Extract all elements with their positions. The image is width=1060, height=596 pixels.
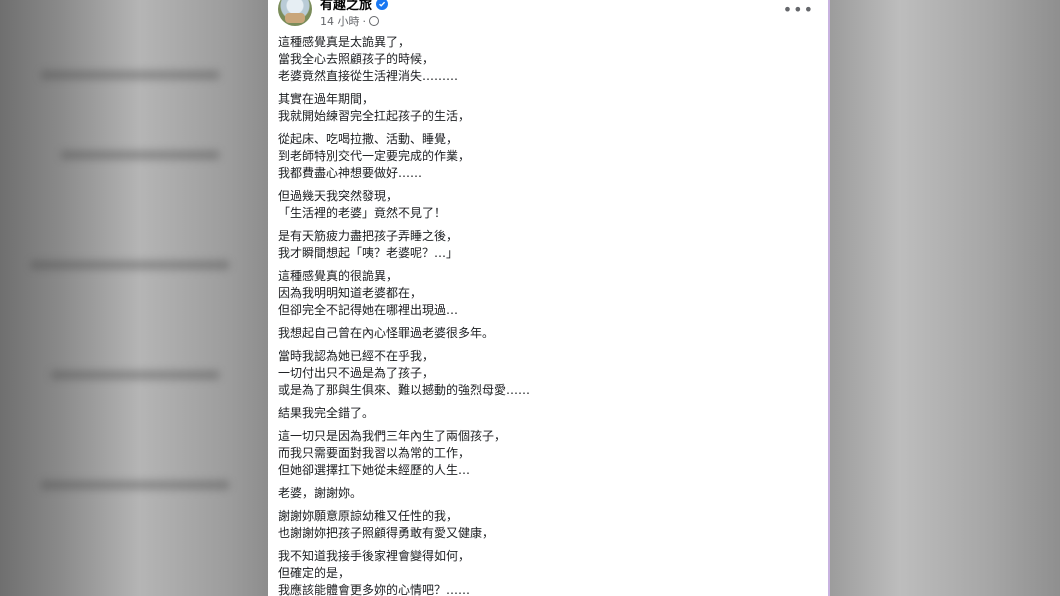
author-name[interactable]: 有趣之旅	[320, 0, 372, 13]
more-options-icon[interactable]: •••	[783, 2, 814, 18]
post-meta: 14 小時 ·	[320, 13, 379, 29]
post-paragraph: 謝謝妳願意原諒幼稚又任性的我， 也謝謝妳把孩子照顧得勇敢有愛又健康，	[278, 508, 798, 542]
verified-badge-icon	[376, 0, 389, 10]
post-text-line: 這種感覺真是太詭異了，	[278, 35, 411, 49]
post-text-line: 或是為了那與生俱來、難以撼動的強烈母愛……	[278, 383, 531, 397]
post-text-line: 我都費盡心神想要做好……	[278, 166, 423, 180]
post-body: 這種感覺真是太詭異了， 當我全心去照顧孩子的時候， 老婆竟然直接從生活裡消失……… 其…	[278, 34, 798, 596]
post-text-line: 老婆竟然直接從生活裡消失………	[278, 69, 459, 83]
post-paragraph: 其實在過年期間， 我就開始練習完全扛起孩子的生活，	[278, 91, 798, 125]
post-paragraph: 從起床、吃喝拉撒、活動、睡覺， 到老師特別交代一定要完成的作業， 我都費盡心神想要做…	[278, 131, 798, 182]
post-text-line: 我想起自己曾在內心怪罪過老婆很多年。	[278, 326, 495, 340]
post-text-line: 但卻完全不記得她在哪裡出現過…	[278, 303, 459, 317]
post-text-line: 這一切只是因為我們三年內生了兩個孩子，	[278, 429, 507, 443]
post-text-line: 我才瞬間想起「咦？老婆呢？…」	[278, 246, 459, 260]
post-text-line: 但確定的是，	[278, 566, 351, 580]
post-text-line: 其實在過年期間，	[278, 92, 375, 106]
post-paragraph: 結果我完全錯了。	[278, 405, 798, 422]
post-text-line: 從起床、吃喝拉撒、活動、睡覺，	[278, 132, 459, 146]
post-text-line: 「生活裡的老婆」竟然不見了！	[278, 206, 447, 220]
post-paragraph: 但過幾天我突然發現， 「生活裡的老婆」竟然不見了！	[278, 188, 798, 222]
post-text-line: 也謝謝妳把孩子照顧得勇敢有愛又健康，	[278, 526, 495, 540]
author-row: 有趣之旅	[320, 0, 389, 13]
post-paragraph: 老婆，謝謝妳。	[278, 485, 798, 502]
post-text-line: 我就開始練習完全扛起孩子的生活，	[278, 109, 471, 123]
post-paragraph: 我不知道我接手後家裡會變得如何， 但確定的是， 我應該能體會更多妳的心情吧？……	[278, 548, 798, 596]
facebook-post: 有趣之旅 14 小時 · ••• 這種感覺真是太詭異了， 當我全心去照顧孩子的時候…	[268, 0, 830, 596]
post-text-line: 謝謝妳願意原諒幼稚又任性的我，	[278, 509, 459, 523]
avatar[interactable]	[278, 0, 312, 26]
post-text-line: 我不知道我接手後家裡會變得如何，	[278, 549, 471, 563]
post-text-line: 這種感覺真的很詭異，	[278, 269, 399, 283]
post-paragraph: 這種感覺真是太詭異了， 當我全心去照顧孩子的時候， 老婆竟然直接從生活裡消失………	[278, 34, 798, 85]
post-text-line: 當時我認為她已經不在乎我，	[278, 349, 435, 363]
post-timestamp[interactable]: 14 小時	[320, 13, 360, 29]
post-paragraph: 這一切只是因為我們三年內生了兩個孩子， 而我只需要面對我習以為常的工作， 但她卻選擇…	[278, 428, 798, 479]
post-paragraph: 當時我認為她已經不在乎我， 一切付出只不過是為了孩子， 或是為了那與生俱來、難以撼動…	[278, 348, 798, 399]
post-paragraph: 我想起自己曾在內心怪罪過老婆很多年。	[278, 325, 798, 342]
post-text-line: 結果我完全錯了。	[278, 406, 375, 420]
meta-separator: ·	[362, 14, 367, 28]
globe-icon	[369, 16, 379, 26]
post-paragraph: 這種感覺真的很詭異， 因為我明明知道老婆都在， 但卻完全不記得她在哪裡出現過…	[278, 268, 798, 319]
post-text-line: 但她卻選擇扛下她從未經歷的人生…	[278, 463, 471, 477]
post-paragraph: 是有天筋疲力盡把孩子弄睡之後， 我才瞬間想起「咦？老婆呢？…」	[278, 228, 798, 262]
post-text-line: 但過幾天我突然發現，	[278, 189, 399, 203]
post-text-line: 老婆，謝謝妳。	[278, 486, 363, 500]
post-text-line: 一切付出只不過是為了孩子，	[278, 366, 435, 380]
post-text-line: 而我只需要面對我習以為常的工作，	[278, 446, 471, 460]
post-text-line: 到老師特別交代一定要完成的作業，	[278, 149, 471, 163]
post-text-line: 我應該能體會更多妳的心情吧？……	[278, 583, 471, 596]
post-text-line: 是有天筋疲力盡把孩子弄睡之後，	[278, 229, 459, 243]
post-text-line: 當我全心去照顧孩子的時候，	[278, 52, 435, 66]
post-text-line: 因為我明明知道老婆都在，	[278, 286, 423, 300]
